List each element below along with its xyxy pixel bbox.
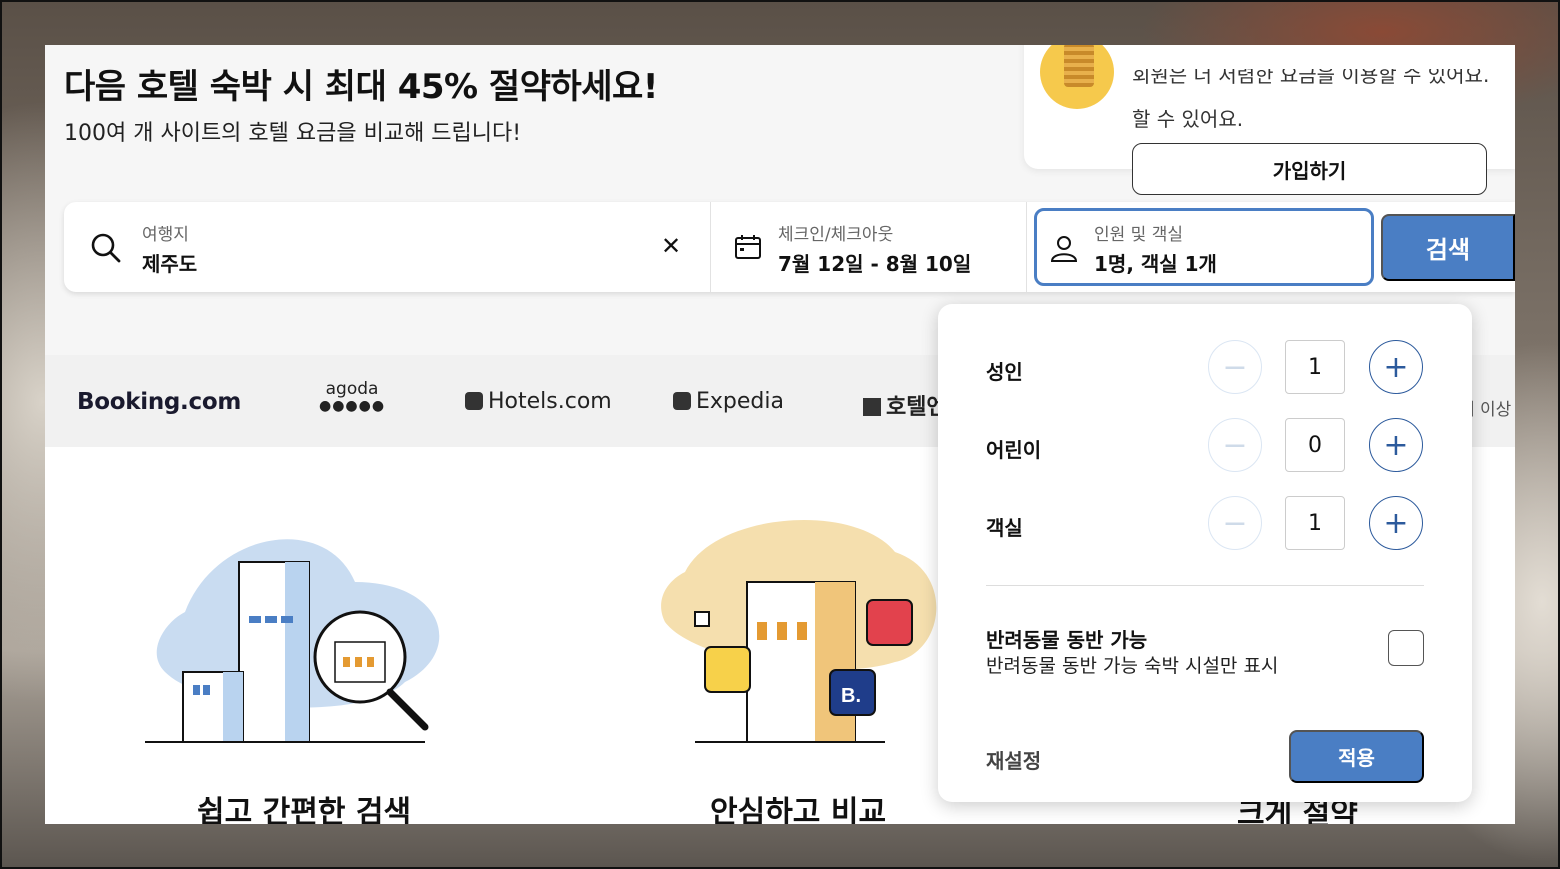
city-search-illustration	[145, 539, 440, 743]
dates-field[interactable]: 체크인/체크아웃 7월 12일 - 8월 10일	[712, 202, 1027, 292]
compare-illustration: B.	[661, 519, 937, 743]
adults-label: 성인	[986, 360, 1023, 384]
rooms-label: 객실	[986, 516, 1023, 540]
hotelsn-logo: 호텔엔	[863, 389, 943, 421]
member-promo-card: 회원은 더 저렴한 요금을 이용할 수 있어요. 할 수 있어요. 가입하기	[1024, 45, 1515, 195]
guests-value: 1명, 객실 1개	[1094, 252, 1217, 276]
agoda-logo-text: agoda	[325, 379, 379, 399]
dates-value: 7월 12일 - 8월 10일	[778, 252, 972, 276]
reset-button[interactable]: 재설정	[986, 745, 1041, 774]
destination-label: 여행지	[142, 225, 189, 245]
children-label: 어린이	[986, 438, 1042, 462]
hero-subtitle: 100여 개 사이트의 호텔 요금을 비교해 드립니다!	[64, 121, 522, 146]
dates-label: 체크인/체크아웃	[778, 225, 894, 245]
feature-title-search: 쉽고 간편한 검색	[197, 795, 412, 824]
search-bar: 여행지 제주도 ✕ 체크인/체크아웃 7월 12일 - 8월 10일 인원 및 …	[64, 202, 1515, 292]
rooms-count-input[interactable]: 1	[1285, 496, 1345, 550]
feature-title-compare: 안심하고 비교	[710, 795, 887, 824]
search-button[interactable]: 검색	[1381, 214, 1515, 281]
destination-field[interactable]: 여행지 제주도 ✕	[64, 202, 711, 292]
svg-text:B.: B.	[841, 685, 861, 707]
pet-friendly-title: 반려동물 동반 가능	[986, 628, 1148, 652]
children-increment-button[interactable]: +	[1369, 418, 1423, 472]
calendar-icon	[735, 235, 761, 259]
pet-friendly-subtitle: 반려동물 동반 가능 숙박 시설만 표시	[986, 655, 1279, 677]
adults-count-input[interactable]: 1	[1285, 340, 1345, 394]
person-icon	[1050, 236, 1078, 262]
pet-friendly-checkbox[interactable]	[1388, 630, 1424, 666]
expedia-logo: Expedia	[673, 389, 784, 414]
rooms-decrement-button[interactable]: −	[1208, 496, 1262, 550]
adults-decrement-button[interactable]: −	[1208, 340, 1262, 394]
apply-button[interactable]: 적용	[1289, 730, 1424, 783]
hero-title: 다음 호텔 숙박 시 최대 45% 절약하세요!	[64, 67, 658, 107]
divider	[986, 585, 1424, 586]
guests-dropdown: 성인 − 1 + 어린이 − 0 + 객실 − 1 + 반려동물 동반 가능 반…	[938, 304, 1472, 802]
promo-text-top: 회원은 더 저렴한 요금을 이용할 수 있어요.	[1132, 69, 1490, 87]
promo-text: 할 수 있어요.	[1132, 107, 1244, 131]
coin-icon	[1040, 45, 1114, 109]
children-decrement-button[interactable]: −	[1208, 418, 1262, 472]
rooms-increment-button[interactable]: +	[1369, 496, 1423, 550]
destination-value[interactable]: 제주도	[142, 248, 197, 277]
guests-label: 인원 및 객실	[1094, 225, 1184, 245]
guests-field[interactable]: 인원 및 객실 1명, 객실 1개	[1034, 208, 1374, 286]
booking-logo: Booking.com	[77, 389, 241, 415]
expedia-logo-text: Expedia	[696, 389, 784, 414]
hotels-logo-text: Hotels.com	[488, 389, 612, 414]
search-icon	[91, 233, 121, 263]
signup-button[interactable]: 가입하기	[1132, 143, 1487, 195]
hotelsn-logo-text: 호텔엔	[886, 395, 943, 420]
children-count-input[interactable]: 0	[1285, 418, 1345, 472]
close-icon[interactable]: ✕	[661, 232, 681, 260]
hotels-logo: Hotels.com	[465, 389, 612, 414]
agoda-logo: agoda ●●●●●	[319, 379, 386, 415]
adults-increment-button[interactable]: +	[1369, 340, 1423, 394]
